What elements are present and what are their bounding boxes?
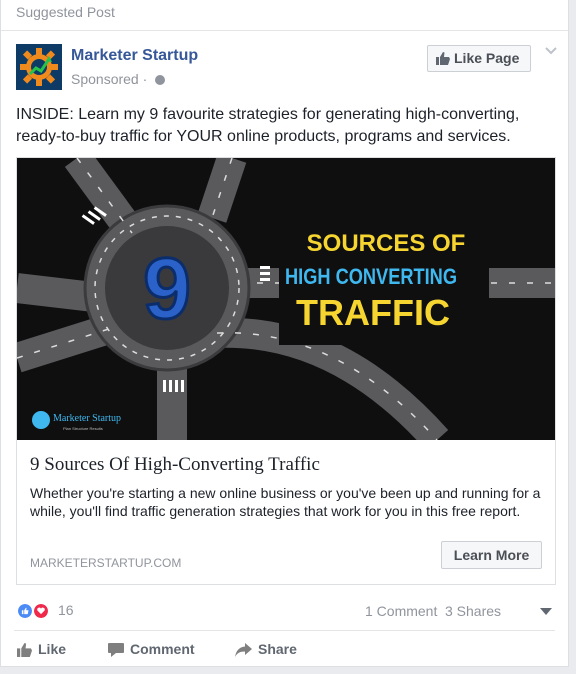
page-avatar[interactable] <box>16 44 62 90</box>
like-action-button[interactable]: Like <box>17 641 66 657</box>
caret-down-icon[interactable] <box>540 608 552 615</box>
brand-sub: Plan Structure Results <box>63 426 103 431</box>
image-line3: TRAFFIC <box>296 292 450 333</box>
like-action-label: Like <box>38 641 67 657</box>
link-preview[interactable]: 9 SOURCES OF HIGH CONVERTING TRAFFIC Mar… <box>16 157 556 585</box>
thumbs-up-icon <box>436 52 450 65</box>
share-icon <box>235 643 252 657</box>
brand-main: Marketer Startup <box>53 413 121 424</box>
thumbs-up-icon <box>17 643 32 657</box>
love-reaction-icon <box>32 602 50 620</box>
share-action-label: Share <box>258 641 297 657</box>
comment-icon <box>108 643 124 657</box>
post-text: INSIDE: Learn my 9 favourite strategies … <box>16 106 520 145</box>
header-divider <box>1 30 568 31</box>
sponsored-label[interactable]: Sponsored <box>71 71 139 87</box>
image-line1: SOURCES OF <box>307 230 466 257</box>
link-preview-image[interactable]: 9 SOURCES OF HIGH CONVERTING TRAFFIC Mar… <box>17 158 555 440</box>
comment-action-label: Comment <box>130 641 195 657</box>
globe-icon <box>155 75 166 85</box>
actions-divider <box>14 630 555 631</box>
reaction-count[interactable]: 16 <box>58 602 74 618</box>
brand-globe-icon <box>32 411 50 429</box>
comment-action-button[interactable]: Comment <box>108 641 195 657</box>
share-action-button[interactable]: Share <box>235 641 297 657</box>
page-name-link[interactable]: Marketer Startup <box>71 47 198 65</box>
link-description: Whether you're starting a new online bus… <box>30 485 541 519</box>
sponsored-row: Sponsored · <box>71 71 166 87</box>
comments-count-link[interactable]: 1 Comment <box>365 603 437 619</box>
image-line2: HIGH CONVERTING <box>285 264 457 289</box>
chevron-down-icon[interactable] <box>544 44 558 58</box>
shares-count-link[interactable]: 3 Shares <box>445 603 501 619</box>
learn-more-button[interactable]: Learn More <box>441 541 542 569</box>
big-number: 9 <box>143 241 191 337</box>
post-card: Suggested Post Marketer Startup Sponsore… <box>0 0 569 667</box>
link-title[interactable]: 9 Sources Of High-Converting Traffic <box>30 454 320 476</box>
link-domain: MARKETERSTARTUP.COM <box>30 556 182 570</box>
like-page-button[interactable]: Like Page <box>427 45 531 72</box>
like-page-label: Like Page <box>454 50 520 66</box>
meta-separator: · <box>142 71 148 87</box>
gear-logo-icon <box>16 44 62 90</box>
suggested-post-label: Suggested Post <box>16 4 115 20</box>
